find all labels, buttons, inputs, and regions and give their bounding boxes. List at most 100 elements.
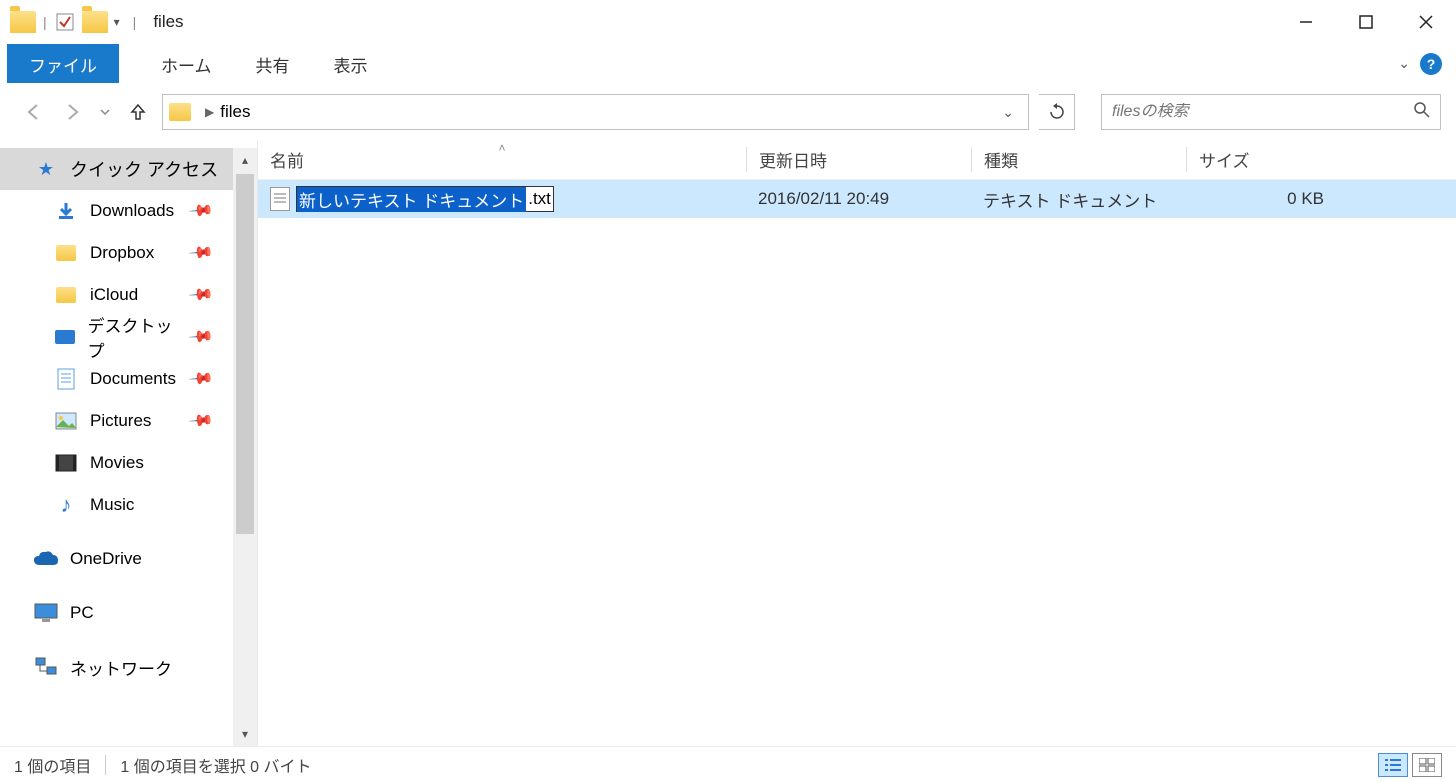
status-selection: 1 個の項目を選択 0 バイト [120, 753, 311, 777]
search-input[interactable] [1112, 103, 1414, 121]
tab-view[interactable]: 表示 [312, 44, 390, 83]
tab-home[interactable]: ホーム [139, 44, 234, 83]
text-file-icon [270, 187, 290, 211]
column-header-size[interactable]: サイズ [1186, 147, 1336, 172]
thumbnails-view-button[interactable] [1412, 753, 1442, 777]
file-list-pane: ˄ 名前 更新日時 種類 サイズ 新しいテキスト ドキュメント .txt 201… [258, 140, 1456, 746]
sidebar-item-onedrive[interactable]: OneDrive [0, 538, 233, 580]
star-icon: ★ [34, 159, 58, 180]
pin-icon: 📌 [187, 281, 215, 309]
search-icon[interactable] [1414, 102, 1430, 123]
view-switch [1378, 753, 1442, 777]
onedrive-icon [34, 551, 58, 567]
back-button[interactable] [20, 98, 48, 126]
sidebar-item-documents[interactable]: Documents 📌 [0, 358, 233, 400]
sort-ascending-icon: ˄ [498, 141, 505, 155]
recent-locations-button[interactable] [96, 98, 114, 126]
picture-icon [54, 412, 78, 430]
download-icon [54, 201, 78, 221]
tab-file[interactable]: ファイル [7, 44, 119, 83]
refresh-button[interactable] [1039, 94, 1075, 130]
scroll-down-icon[interactable]: ▾ [233, 722, 257, 746]
rename-extension[interactable]: .txt [526, 189, 553, 209]
sidebar-item-downloads[interactable]: Downloads 📌 [0, 190, 233, 232]
column-header-label: 名前 [270, 152, 304, 171]
sidebar-scrollbar[interactable]: ▴ ▾ [233, 148, 257, 746]
navigation-bar: ▶ files ⌄ [0, 84, 1456, 140]
expand-ribbon-icon[interactable]: ⌄ [1398, 55, 1410, 72]
sidebar-item-label: Pictures [90, 411, 151, 431]
folder-icon [54, 245, 78, 261]
pc-icon [34, 603, 58, 623]
document-icon [54, 368, 78, 390]
pin-icon: 📌 [187, 323, 215, 351]
network-icon [34, 657, 58, 677]
column-header-date[interactable]: 更新日時 [746, 147, 971, 172]
separator [105, 755, 106, 775]
desktop-icon [54, 330, 76, 344]
sidebar-item-network[interactable]: ネットワーク [0, 646, 233, 688]
forward-button[interactable] [58, 98, 86, 126]
sidebar-item-label: Downloads [90, 201, 174, 221]
pin-icon: 📌 [187, 365, 215, 393]
file-size-cell: 0 KB [1186, 189, 1336, 209]
sidebar-item-label: OneDrive [70, 549, 142, 569]
sidebar-item-label: iCloud [90, 285, 138, 305]
file-row[interactable]: 新しいテキスト ドキュメント .txt 2016/02/11 20:49 テキス… [258, 180, 1456, 218]
address-history-icon[interactable]: ⌄ [994, 104, 1022, 121]
status-bar: 1 個の項目 1 個の項目を選択 0 バイト [0, 746, 1456, 782]
column-header-type[interactable]: 種類 [971, 147, 1186, 172]
column-headers: ˄ 名前 更新日時 種類 サイズ [258, 140, 1456, 180]
sidebar-item-label: Dropbox [90, 243, 154, 263]
separator: | [133, 14, 137, 30]
tab-share[interactable]: 共有 [234, 44, 312, 83]
address-bar[interactable]: ▶ files ⌄ [162, 94, 1029, 130]
rename-editor[interactable]: 新しいテキスト ドキュメント .txt [296, 186, 554, 212]
search-box[interactable] [1101, 94, 1441, 130]
title-bar: | ▾ | files [0, 0, 1456, 44]
sidebar-item-desktop[interactable]: デスクトップ 📌 [0, 316, 233, 358]
file-name-cell[interactable]: 新しいテキスト ドキュメント .txt [258, 186, 746, 212]
save-properties-icon[interactable] [54, 11, 76, 33]
column-header-name[interactable]: ˄ 名前 [258, 147, 746, 172]
rename-selection[interactable]: 新しいテキスト ドキュメント [297, 187, 526, 212]
main-area: ★ クイック アクセス Downloads 📌 Dropbox 📌 iCloud… [0, 140, 1456, 746]
maximize-button[interactable] [1336, 0, 1396, 44]
minimize-button[interactable] [1276, 0, 1336, 44]
file-date-cell: 2016/02/11 20:49 [746, 189, 971, 209]
chevron-right-icon[interactable]: ▶ [205, 105, 214, 119]
pin-icon: 📌 [187, 197, 215, 225]
sidebar-item-pictures[interactable]: Pictures 📌 [0, 400, 233, 442]
separator: | [43, 14, 47, 30]
sidebar-item-label: Movies [90, 453, 144, 473]
pin-icon: 📌 [187, 239, 215, 267]
sidebar-item-label: Documents [90, 369, 176, 389]
sidebar-item-movies[interactable]: Movies [0, 442, 233, 484]
sidebar-item-label: クイック アクセス [70, 156, 218, 182]
sidebar-item-dropbox[interactable]: Dropbox 📌 [0, 232, 233, 274]
breadcrumb[interactable]: files [220, 102, 250, 122]
window-title: files [153, 12, 183, 32]
up-button[interactable] [124, 98, 152, 126]
sidebar-item-label: PC [70, 603, 94, 623]
sidebar-item-icloud[interactable]: iCloud 📌 [0, 274, 233, 316]
ribbon: ファイル ホーム 共有 表示 ⌄ ? [0, 44, 1456, 84]
sidebar-item-quick-access[interactable]: ★ クイック アクセス [0, 148, 233, 190]
folder-icon [82, 11, 108, 33]
sidebar-item-label: ネットワーク [70, 655, 172, 680]
folder-icon [10, 11, 36, 33]
qat-dropdown-icon[interactable]: ▾ [114, 15, 120, 29]
movie-icon [54, 454, 78, 472]
scrollbar-thumb[interactable] [236, 174, 254, 534]
sidebar-item-pc[interactable]: PC [0, 592, 233, 634]
folder-icon [169, 103, 191, 121]
scroll-up-icon[interactable]: ▴ [233, 148, 257, 172]
help-icon[interactable]: ? [1420, 53, 1442, 75]
status-item-count: 1 個の項目 [14, 753, 91, 777]
file-type-cell: テキスト ドキュメント [971, 187, 1186, 212]
sidebar-item-label: デスクトップ [88, 312, 180, 362]
sidebar-item-music[interactable]: ♪ Music [0, 484, 233, 526]
close-button[interactable] [1396, 0, 1456, 44]
details-view-button[interactable] [1378, 753, 1408, 777]
folder-icon [54, 287, 78, 303]
